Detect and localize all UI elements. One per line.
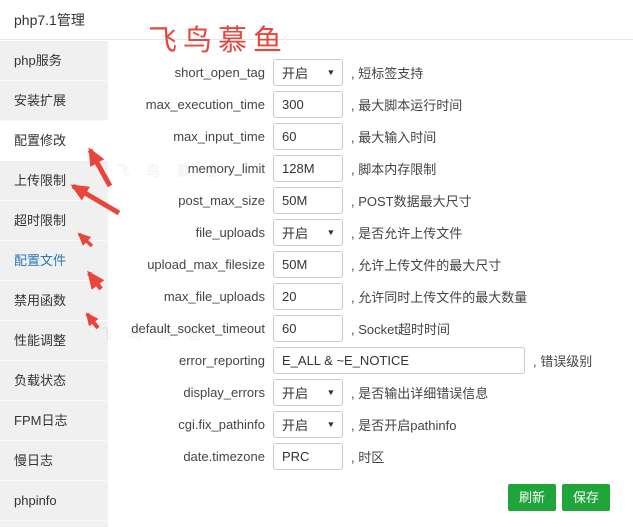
form-row-date-timezone: date.timezone , 时区 <box>108 440 633 472</box>
sidebar-item-upload-limit[interactable]: 上传限制 <box>0 161 108 201</box>
sidebar: php服务安装扩展配置修改上传限制超时限制配置文件禁用函数性能调整负载状态 FPM… <box>0 41 108 527</box>
sidebar-item-install-extensions[interactable]: 安装扩展 <box>0 81 108 121</box>
sidebar-item-label: 禁用函数 <box>14 293 66 308</box>
chevron-down-icon: ▼ <box>326 68 335 77</box>
default-socket-timeout-label: default_socket_timeout <box>108 321 273 336</box>
form-actions: 刷新 保存 <box>108 484 633 511</box>
max-file-uploads-caption: , 允许同时上传文件的最大数量 <box>351 287 527 306</box>
max-execution-time-caption: , 最大脚本运行时间 <box>351 95 462 114</box>
sidebar-item-php-service[interactable]: php服务 <box>0 41 108 81</box>
refresh-button[interactable]: 刷新 <box>508 484 556 511</box>
config-form-rows: short_open_tag 开启 ▼ , 短标签支持 max_execution_ti… <box>108 41 633 472</box>
short-open-tag-label: short_open_tag <box>108 65 273 80</box>
error-reporting-label: error_reporting <box>108 353 273 368</box>
php-manager-window: php7.1管理 飞鸟慕鱼 飞鸟慕鱼 飞鸟慕鱼 php服务安装扩展配置修改上传限… <box>0 0 633 527</box>
memory-limit-label: memory_limit <box>108 161 273 176</box>
default-socket-timeout-input[interactable] <box>273 315 343 342</box>
chevron-down-icon: ▼ <box>326 420 335 429</box>
upload-max-filesize-input[interactable] <box>273 251 343 278</box>
date-timezone-caption: , 时区 <box>351 447 384 466</box>
page-title: php7.1管理 <box>14 10 85 30</box>
max-input-time-caption: , 最大输入时间 <box>351 127 436 146</box>
error-reporting-input[interactable] <box>273 347 525 374</box>
sidebar-item-label: FPM日志 <box>14 413 67 428</box>
sidebar-item-label: 超时限制 <box>14 213 66 228</box>
form-row-upload-max-filesize: upload_max_filesize , 允许上传文件的最大尺寸 <box>108 248 633 280</box>
sidebar-item-label: 性能调整 <box>14 333 66 348</box>
sidebar-item-config-file[interactable]: 配置文件 <box>0 241 108 281</box>
sidebar-item-label: 上传限制 <box>14 173 66 188</box>
max-input-time-input[interactable] <box>273 123 343 150</box>
sidebar-item-phpinfo[interactable]: phpinfo <box>0 481 108 521</box>
form-row-cgi-fix-pathinfo: cgi.fix_pathinfo 开启 ▼ , 是否开启pathinfo <box>108 408 633 440</box>
post-max-size-input[interactable] <box>273 187 343 214</box>
red-watermark-text: 飞鸟慕鱼 <box>148 17 288 59</box>
sidebar-item-load-status[interactable]: 负载状态 <box>0 361 108 401</box>
form-row-short-open-tag: short_open_tag 开启 ▼ , 短标签支持 <box>108 56 633 88</box>
sidebar-item-timeout-limit[interactable]: 超时限制 <box>0 201 108 241</box>
sidebar-item-fpm-log[interactable]: FPM日志 <box>0 401 108 441</box>
error-reporting-caption: , 错误级别 <box>533 351 592 370</box>
max-execution-time-label: max_execution_time <box>108 97 273 112</box>
sidebar-item-label: 慢日志 <box>14 453 53 468</box>
form-row-max-input-time: max_input_time , 最大输入时间 <box>108 120 633 152</box>
max-input-time-label: max_input_time <box>108 129 273 144</box>
form-row-default-socket-timeout: default_socket_timeout , Socket超时时间 <box>108 312 633 344</box>
form-row-error-reporting: error_reporting , 错误级别 <box>108 344 633 376</box>
file-uploads-selected-value: 开启 <box>282 223 308 242</box>
display-errors-caption: , 是否输出详细错误信息 <box>351 383 488 402</box>
display-errors-label: display_errors <box>108 385 273 400</box>
display-errors-selected-value: 开启 <box>282 383 308 402</box>
file-uploads-label: file_uploads <box>108 225 273 240</box>
config-form-panel: short_open_tag 开启 ▼ , 短标签支持 max_execution_ti… <box>108 41 633 527</box>
save-button[interactable]: 保存 <box>562 484 610 511</box>
upload-max-filesize-label: upload_max_filesize <box>108 257 273 272</box>
file-uploads-select[interactable]: 开启 ▼ <box>273 219 343 246</box>
sidebar-item-label: 配置修改 <box>14 133 66 148</box>
sidebar-item-label: 配置文件 <box>14 253 66 268</box>
upload-max-filesize-caption: , 允许上传文件的最大尺寸 <box>351 255 501 274</box>
post-max-size-label: post_max_size <box>108 193 273 208</box>
max-execution-time-input[interactable] <box>273 91 343 118</box>
cgi-fix-pathinfo-select[interactable]: 开启 ▼ <box>273 411 343 438</box>
form-row-max-file-uploads: max_file_uploads , 允许同时上传文件的最大数量 <box>108 280 633 312</box>
short-open-tag-selected-value: 开启 <box>282 63 308 82</box>
sidebar-item-label: 安装扩展 <box>14 93 66 108</box>
chevron-down-icon: ▼ <box>326 228 335 237</box>
date-timezone-label: date.timezone <box>108 449 273 464</box>
short-open-tag-caption: , 短标签支持 <box>351 63 423 82</box>
default-socket-timeout-caption: , Socket超时时间 <box>351 319 450 338</box>
post-max-size-caption: , POST数据最大尺寸 <box>351 191 472 210</box>
form-row-file-uploads: file_uploads 开启 ▼ , 是否允许上传文件 <box>108 216 633 248</box>
display-errors-select[interactable]: 开启 ▼ <box>273 379 343 406</box>
sidebar-item-performance-tuning[interactable]: 性能调整 <box>0 321 108 361</box>
file-uploads-caption: , 是否允许上传文件 <box>351 223 462 242</box>
cgi-fix-pathinfo-caption: , 是否开启pathinfo <box>351 415 457 434</box>
short-open-tag-select[interactable]: 开启 ▼ <box>273 59 343 86</box>
cgi-fix-pathinfo-selected-value: 开启 <box>282 415 308 434</box>
sidebar-item-config-modify[interactable]: 配置修改 <box>0 121 108 161</box>
sidebar-item-slow-log[interactable]: 慢日志 <box>0 441 108 481</box>
form-row-post-max-size: post_max_size , POST数据最大尺寸 <box>108 184 633 216</box>
form-row-display-errors: display_errors 开启 ▼ , 是否输出详细错误信息 <box>108 376 633 408</box>
form-row-max-execution-time: max_execution_time , 最大脚本运行时间 <box>108 88 633 120</box>
max-file-uploads-input[interactable] <box>273 283 343 310</box>
max-file-uploads-label: max_file_uploads <box>108 289 273 304</box>
sidebar-item-label: phpinfo <box>14 493 57 508</box>
sidebar-item-disabled-functions[interactable]: 禁用函数 <box>0 281 108 321</box>
window-header: php7.1管理 <box>0 0 633 40</box>
sidebar-item-label: 负载状态 <box>14 373 66 388</box>
memory-limit-input[interactable] <box>273 155 343 182</box>
cgi-fix-pathinfo-label: cgi.fix_pathinfo <box>108 417 273 432</box>
sidebar-item-label: php服务 <box>14 53 62 68</box>
chevron-down-icon: ▼ <box>326 388 335 397</box>
memory-limit-caption: , 脚本内存限制 <box>351 159 436 178</box>
form-row-memory-limit: memory_limit , 脚本内存限制 <box>108 152 633 184</box>
date-timezone-input[interactable] <box>273 443 343 470</box>
